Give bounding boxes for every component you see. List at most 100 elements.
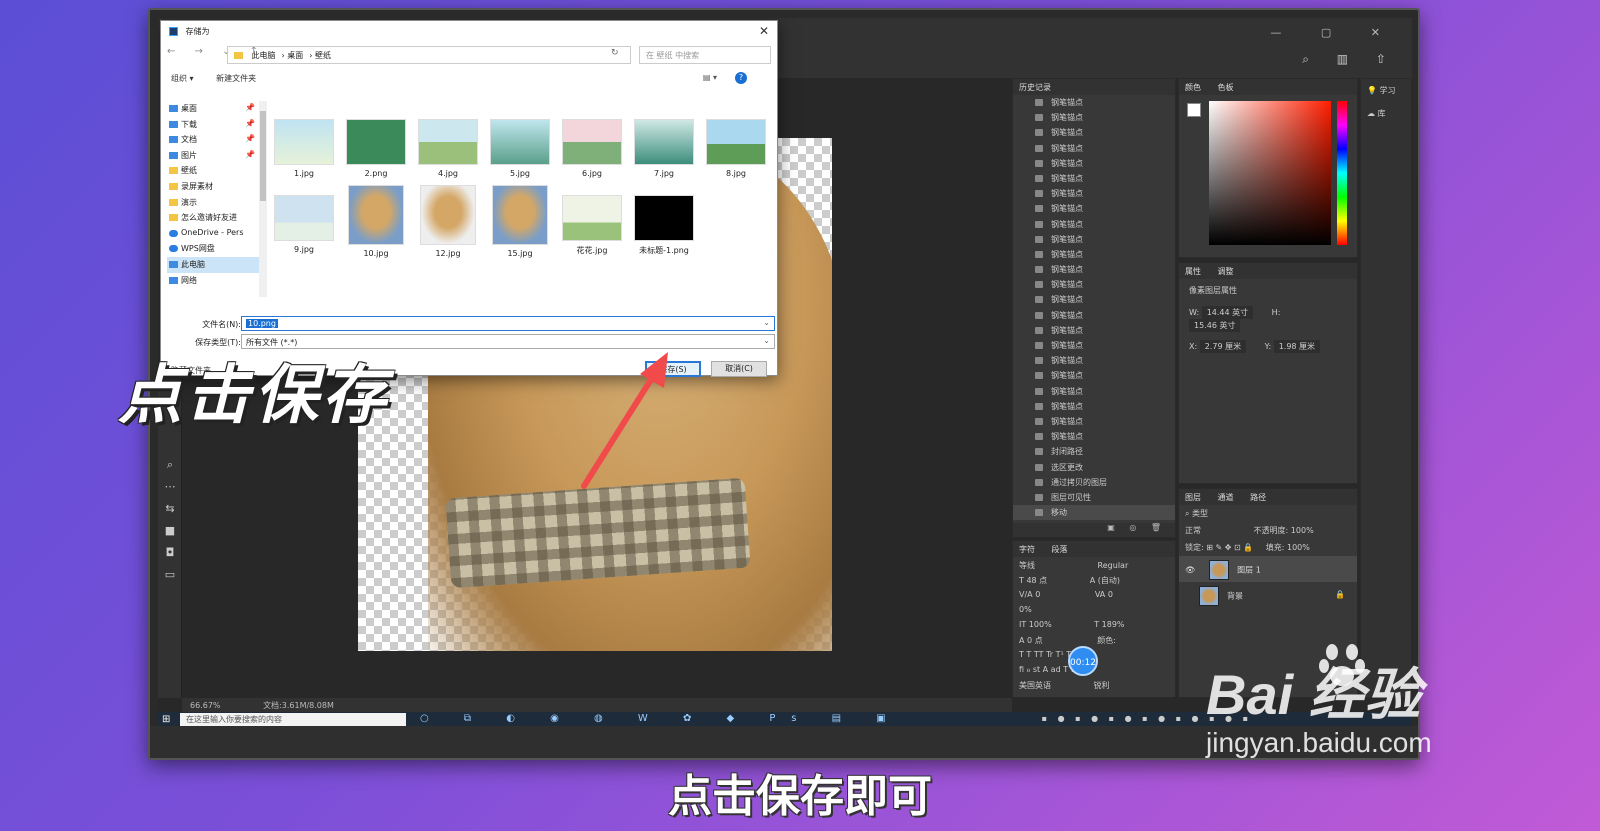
- layer-kind-select[interactable]: 类型: [1192, 509, 1208, 518]
- history-item[interactable]: 钢笔锚点: [1013, 247, 1175, 262]
- history-item[interactable]: 选区更改: [1013, 460, 1175, 475]
- tab-swatches[interactable]: 色板: [1218, 83, 1234, 92]
- folder-search-input[interactable]: 在 壁纸 中搜索: [639, 46, 771, 64]
- file-item[interactable]: 8.jpg: [705, 119, 767, 178]
- history-item[interactable]: 钢笔锚点: [1013, 186, 1175, 201]
- opacity-field[interactable]: 100%: [1291, 526, 1314, 535]
- layer-filter-row[interactable]: ⌕ 类型: [1179, 505, 1357, 522]
- hv-scale-row[interactable]: IT 100% T 189%: [1013, 617, 1175, 632]
- blend-mode-select[interactable]: 正常: [1185, 526, 1201, 535]
- tab-paths[interactable]: 路径: [1250, 493, 1266, 502]
- layer-row[interactable]: 背景 🔒: [1179, 582, 1357, 608]
- nav-item[interactable]: 演示: [167, 195, 259, 211]
- nav-item[interactable]: OneDrive - Pers: [167, 226, 259, 242]
- history-item[interactable]: 通过拷贝的图层: [1013, 475, 1175, 490]
- history-item[interactable]: 钢笔锚点: [1013, 353, 1175, 368]
- taskbar-search-input[interactable]: 在这里输入你要搜索的内容: [180, 713, 406, 727]
- history-item[interactable]: 钢笔锚点: [1013, 368, 1175, 383]
- new-folder-button[interactable]: 新建文件夹: [216, 74, 256, 83]
- foreground-swatch[interactable]: [1187, 103, 1201, 117]
- font-size-field[interactable]: 48 点: [1026, 576, 1047, 585]
- breadcrumb-desktop[interactable]: 桌面: [287, 51, 303, 60]
- file-item[interactable]: 10.jpg: [345, 185, 407, 258]
- history-item[interactable]: 钢笔锚点: [1013, 171, 1175, 186]
- file-item[interactable]: 花花.jpg: [561, 195, 623, 256]
- nav-item[interactable]: 网络: [167, 273, 259, 289]
- help-icon[interactable]: ?: [735, 72, 747, 84]
- windows-start-icon[interactable]: ⊞: [162, 714, 170, 725]
- organize-button[interactable]: 组织 ▾: [171, 74, 194, 83]
- nav-item[interactable]: 录屏素材: [167, 179, 259, 195]
- history-item[interactable]: 钢笔锚点: [1013, 429, 1175, 444]
- zoom-tool-icon[interactable]: ⌕: [158, 458, 182, 476]
- tab-color[interactable]: 颜色: [1185, 83, 1201, 92]
- nav-item[interactable]: WPS网盘: [167, 241, 259, 257]
- filename-input[interactable]: 10.png ⌄: [241, 316, 775, 331]
- tsume-field[interactable]: 0%: [1019, 605, 1032, 614]
- file-item[interactable]: 2.png: [345, 119, 407, 178]
- history-item[interactable]: 钢笔锚点: [1013, 156, 1175, 171]
- history-item[interactable]: 移动: [1013, 505, 1175, 521]
- horizontal-scale-field[interactable]: 189%: [1102, 620, 1125, 629]
- screen-mode-icon[interactable]: ▭: [158, 568, 182, 586]
- antialias-select[interactable]: 锐利: [1094, 681, 1110, 690]
- tracking-field[interactable]: 0: [1108, 590, 1113, 599]
- history-item[interactable]: 钢笔锚点: [1013, 95, 1175, 110]
- more-tools-icon[interactable]: ⋯: [158, 480, 182, 498]
- history-item[interactable]: 钢笔锚点: [1013, 217, 1175, 232]
- libraries-item[interactable]: ☁ 库: [1361, 102, 1411, 125]
- close-icon[interactable]: ✕: [759, 24, 769, 38]
- window-controls[interactable]: — ▢ ✕: [1270, 26, 1398, 39]
- file-item[interactable]: 7.jpg: [633, 119, 695, 178]
- tab-channels[interactable]: 通道: [1218, 493, 1234, 502]
- vertical-scale-field[interactable]: 100%: [1029, 620, 1052, 629]
- kern-row[interactable]: V/A 0 VA 0: [1013, 587, 1175, 602]
- history-item[interactable]: 钢笔锚点: [1013, 201, 1175, 216]
- tab-character[interactable]: 字符: [1019, 545, 1035, 554]
- hue-slider[interactable]: [1337, 101, 1347, 245]
- history-item[interactable]: 钢笔锚点: [1013, 338, 1175, 353]
- history-item[interactable]: 钢笔锚点: [1013, 292, 1175, 307]
- history-item[interactable]: 钢笔锚点: [1013, 277, 1175, 292]
- history-item[interactable]: 封闭路径: [1013, 444, 1175, 459]
- history-item[interactable]: 钢笔锚点: [1013, 110, 1175, 125]
- history-item[interactable]: 图层可见性: [1013, 490, 1175, 505]
- history-actions[interactable]: ▣ ◎ 🗑: [1013, 523, 1175, 537]
- font-style-select[interactable]: Regular: [1098, 561, 1129, 570]
- language-select[interactable]: 美国英语: [1019, 681, 1051, 690]
- swap-colors-icon[interactable]: ⇆: [158, 502, 182, 520]
- visibility-eye-icon[interactable]: 👁: [1185, 566, 1195, 575]
- nav-item[interactable]: 此电脑: [167, 256, 259, 273]
- history-item[interactable]: 钢笔锚点: [1013, 384, 1175, 399]
- refresh-icon[interactable]: ↻: [611, 48, 619, 58]
- nav-scrollbar[interactable]: [259, 101, 267, 297]
- history-item[interactable]: 钢笔锚点: [1013, 323, 1175, 338]
- color-picker-field[interactable]: [1209, 101, 1331, 245]
- tab-paragraph[interactable]: 段落: [1052, 545, 1068, 554]
- history-item[interactable]: 钢笔锚点: [1013, 414, 1175, 429]
- breadcrumb-wallpaper[interactable]: 壁纸: [315, 51, 331, 60]
- file-item[interactable]: 12.jpg: [417, 185, 479, 258]
- layer-row[interactable]: 👁 图层 1: [1179, 556, 1357, 582]
- nav-item[interactable]: 壁纸: [167, 163, 259, 179]
- tab-layers[interactable]: 图层: [1185, 493, 1201, 502]
- baseline-field[interactable]: 0 点: [1027, 636, 1043, 645]
- cancel-button[interactable]: 取消(C): [711, 361, 767, 377]
- view-options-icon[interactable]: ▤ ▾: [703, 73, 717, 82]
- chevron-down-icon[interactable]: ⌄: [763, 318, 770, 327]
- x-field[interactable]: 2.79 厘米: [1199, 340, 1247, 353]
- lang-row[interactable]: 美国英语 锐利: [1013, 677, 1175, 692]
- file-item[interactable]: 15.jpg: [489, 185, 551, 258]
- kerning-field[interactable]: 0: [1035, 590, 1040, 599]
- path-breadcrumb[interactable]: 此电脑 › 桌面 › 壁纸: [227, 46, 631, 64]
- fill-field[interactable]: 100%: [1287, 543, 1310, 552]
- taskbar-apps[interactable]: ○ ⧉ ◐ ◉ ◍ W ✿ ◆ Ps ▤ ▣: [420, 713, 902, 724]
- history-item[interactable]: 钢笔锚点: [1013, 232, 1175, 247]
- width-field[interactable]: 14.44 英寸: [1201, 306, 1254, 319]
- history-item[interactable]: 钢笔锚点: [1013, 308, 1175, 323]
- font-family-select[interactable]: 等线: [1019, 561, 1035, 570]
- history-item[interactable]: 钢笔锚点: [1013, 262, 1175, 277]
- nav-item[interactable]: 桌面 📌: [167, 101, 259, 117]
- history-item[interactable]: 钢笔锚点: [1013, 399, 1175, 414]
- file-item[interactable]: 6.jpg: [561, 119, 623, 178]
